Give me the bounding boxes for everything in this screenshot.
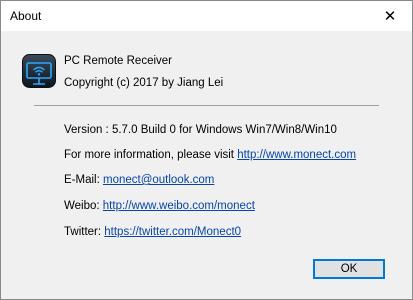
close-icon: ✕ [383, 8, 397, 25]
weibo-row: Weibo: http://www.weibo.com/monect [64, 200, 255, 212]
website-link[interactable]: http://www.monect.com [237, 149, 356, 161]
weibo-link[interactable]: http://www.weibo.com/monect [103, 200, 255, 212]
weibo-label: Weibo: [64, 200, 103, 212]
email-row: E-Mail: monect@outlook.com [64, 174, 214, 186]
title-bar[interactable]: About ✕ [1, 1, 412, 31]
twitter-label: Twitter: [64, 226, 105, 238]
ok-button[interactable]: OK [313, 259, 385, 279]
separator [34, 105, 379, 106]
twitter-link[interactable]: https://twitter.com/Monect0 [104, 226, 241, 238]
email-label: E-Mail: [64, 174, 103, 186]
more-info-row: For more information, please visit http:… [64, 149, 356, 161]
copyright-text: Copyright (c) 2017 by Jiang Lei [64, 77, 224, 89]
window-title: About [10, 9, 42, 23]
dialog-content: PC Remote Receiver Copyright (c) 2017 by… [1, 31, 412, 299]
email-link[interactable]: monect@outlook.com [103, 174, 214, 186]
about-dialog: About ✕ PC Remote Receiver Copyright (c)… [0, 0, 413, 300]
more-info-label: For more information, please visit [64, 149, 238, 161]
version-text: Version : 5.7.0 Build 0 for Windows Win7… [64, 124, 337, 136]
app-name: PC Remote Receiver [64, 55, 173, 67]
monitor-wifi-icon [22, 54, 56, 88]
twitter-row: Twitter: https://twitter.com/Monect0 [64, 226, 241, 238]
close-button[interactable]: ✕ [368, 1, 412, 31]
